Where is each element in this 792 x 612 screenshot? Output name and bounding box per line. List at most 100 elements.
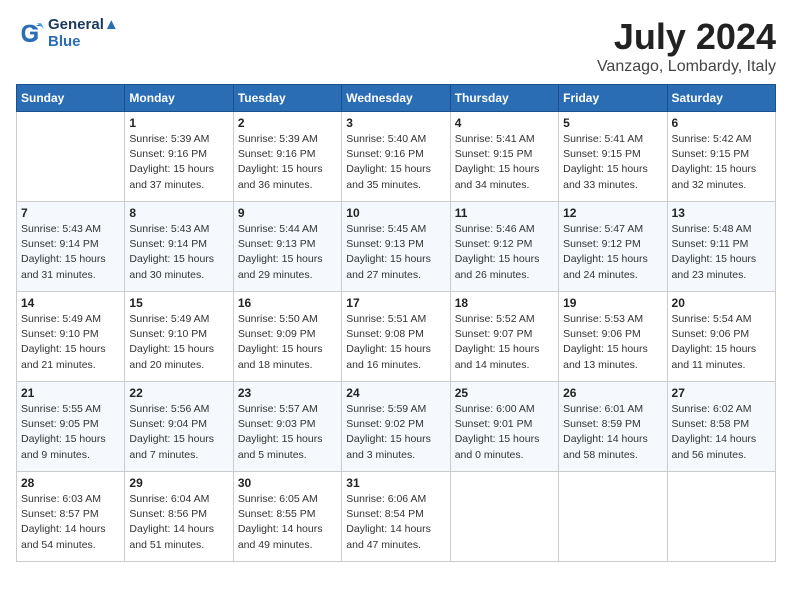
day-info: Sunrise: 6:03 AMSunset: 8:57 PMDaylight:… <box>21 492 120 553</box>
day-number: 28 <box>21 476 120 490</box>
day-info: Sunrise: 5:53 AMSunset: 9:06 PMDaylight:… <box>563 312 662 373</box>
day-cell: 29 Sunrise: 6:04 AMSunset: 8:56 PMDayligh… <box>125 472 233 562</box>
day-info: Sunrise: 5:59 AMSunset: 9:02 PMDaylight:… <box>346 402 445 463</box>
day-info: Sunrise: 6:02 AMSunset: 8:58 PMDaylight:… <box>672 402 771 463</box>
week-row-4: 21 Sunrise: 5:55 AMSunset: 9:05 PMDayligh… <box>17 382 776 472</box>
day-info: Sunrise: 5:43 AMSunset: 9:14 PMDaylight:… <box>21 222 120 283</box>
day-number: 14 <box>21 296 120 310</box>
day-info: Sunrise: 6:04 AMSunset: 8:56 PMDaylight:… <box>129 492 228 553</box>
week-row-5: 28 Sunrise: 6:03 AMSunset: 8:57 PMDayligh… <box>17 472 776 562</box>
day-number: 8 <box>129 206 228 220</box>
day-cell: 20 Sunrise: 5:54 AMSunset: 9:06 PMDayligh… <box>667 292 775 382</box>
day-number: 12 <box>563 206 662 220</box>
day-cell: 5 Sunrise: 5:41 AMSunset: 9:15 PMDaylight… <box>559 112 667 202</box>
day-cell: 17 Sunrise: 5:51 AMSunset: 9:08 PMDayligh… <box>342 292 450 382</box>
day-info: Sunrise: 5:42 AMSunset: 9:15 PMDaylight:… <box>672 132 771 193</box>
day-number: 15 <box>129 296 228 310</box>
header-day-monday: Monday <box>125 85 233 112</box>
day-info: Sunrise: 5:46 AMSunset: 9:12 PMDaylight:… <box>455 222 554 283</box>
week-row-2: 7Sunrise: 5:43 AMSunset: 9:14 PMDaylight… <box>17 202 776 292</box>
day-cell <box>17 112 125 202</box>
day-cell: 3 Sunrise: 5:40 AMSunset: 9:16 PMDaylight… <box>342 112 450 202</box>
header-day-thursday: Thursday <box>450 85 558 112</box>
day-number: 6 <box>672 116 771 130</box>
logo-icon <box>16 19 44 47</box>
day-cell: 22Sunrise: 5:56 AMSunset: 9:04 PMDayligh… <box>125 382 233 472</box>
day-cell: 30 Sunrise: 6:05 AMSunset: 8:55 PMDayligh… <box>233 472 341 562</box>
day-info: Sunrise: 5:54 AMSunset: 9:06 PMDaylight:… <box>672 312 771 373</box>
title-block: July 2024 Vanzago, Lombardy, Italy <box>597 16 776 76</box>
day-cell: 4 Sunrise: 5:41 AMSunset: 9:15 PMDaylight… <box>450 112 558 202</box>
day-info: Sunrise: 5:57 AMSunset: 9:03 PMDaylight:… <box>238 402 337 463</box>
day-number: 30 <box>238 476 337 490</box>
day-number: 27 <box>672 386 771 400</box>
day-info: Sunrise: 5:41 AMSunset: 9:15 PMDaylight:… <box>563 132 662 193</box>
day-number: 21 <box>21 386 120 400</box>
day-cell: 9Sunrise: 5:44 AMSunset: 9:13 PMDaylight… <box>233 202 341 292</box>
day-number: 5 <box>563 116 662 130</box>
day-number: 24 <box>346 386 445 400</box>
day-number: 11 <box>455 206 554 220</box>
day-cell: 19 Sunrise: 5:53 AMSunset: 9:06 PMDayligh… <box>559 292 667 382</box>
day-cell <box>667 472 775 562</box>
header-day-friday: Friday <box>559 85 667 112</box>
day-number: 20 <box>672 296 771 310</box>
day-cell: 31 Sunrise: 6:06 AMSunset: 8:54 PMDayligh… <box>342 472 450 562</box>
day-info: Sunrise: 5:43 AMSunset: 9:14 PMDaylight:… <box>129 222 228 283</box>
day-cell: 26Sunrise: 6:01 AMSunset: 8:59 PMDayligh… <box>559 382 667 472</box>
day-cell: 21 Sunrise: 5:55 AMSunset: 9:05 PMDayligh… <box>17 382 125 472</box>
day-info: Sunrise: 5:56 AMSunset: 9:04 PMDaylight:… <box>129 402 228 463</box>
day-number: 19 <box>563 296 662 310</box>
day-number: 10 <box>346 206 445 220</box>
day-cell: 10 Sunrise: 5:45 AMSunset: 9:13 PMDayligh… <box>342 202 450 292</box>
day-info: Sunrise: 5:47 AMSunset: 9:12 PMDaylight:… <box>563 222 662 283</box>
day-info: Sunrise: 6:01 AMSunset: 8:59 PMDaylight:… <box>563 402 662 463</box>
day-number: 29 <box>129 476 228 490</box>
day-number: 25 <box>455 386 554 400</box>
day-info: Sunrise: 5:52 AMSunset: 9:07 PMDaylight:… <box>455 312 554 373</box>
day-cell: 24 Sunrise: 5:59 AMSunset: 9:02 PMDayligh… <box>342 382 450 472</box>
day-number: 16 <box>238 296 337 310</box>
header-row: SundayMondayTuesdayWednesdayThursdayFrid… <box>17 85 776 112</box>
day-cell: 12 Sunrise: 5:47 AMSunset: 9:12 PMDayligh… <box>559 202 667 292</box>
day-info: Sunrise: 5:50 AMSunset: 9:09 PMDaylight:… <box>238 312 337 373</box>
day-cell: 18 Sunrise: 5:52 AMSunset: 9:07 PMDayligh… <box>450 292 558 382</box>
day-number: 13 <box>672 206 771 220</box>
day-cell: 8 Sunrise: 5:43 AMSunset: 9:14 PMDaylight… <box>125 202 233 292</box>
logo-text: General▲ Blue <box>48 16 119 50</box>
day-number: 9 <box>238 206 337 220</box>
day-info: Sunrise: 5:39 AMSunset: 9:16 PMDaylight:… <box>238 132 337 193</box>
day-info: Sunrise: 5:51 AMSunset: 9:08 PMDaylight:… <box>346 312 445 373</box>
day-number: 18 <box>455 296 554 310</box>
day-cell: 27 Sunrise: 6:02 AMSunset: 8:58 PMDayligh… <box>667 382 775 472</box>
header-day-tuesday: Tuesday <box>233 85 341 112</box>
day-info: Sunrise: 5:48 AMSunset: 9:11 PMDaylight:… <box>672 222 771 283</box>
day-number: 31 <box>346 476 445 490</box>
location-title: Vanzago, Lombardy, Italy <box>597 58 776 76</box>
day-info: Sunrise: 5:40 AMSunset: 9:16 PMDaylight:… <box>346 132 445 193</box>
day-cell: 11 Sunrise: 5:46 AMSunset: 9:12 PMDayligh… <box>450 202 558 292</box>
day-info: Sunrise: 5:49 AMSunset: 9:10 PMDaylight:… <box>129 312 228 373</box>
day-info: Sunrise: 6:06 AMSunset: 8:54 PMDaylight:… <box>346 492 445 553</box>
day-cell: 25 Sunrise: 6:00 AMSunset: 9:01 PMDayligh… <box>450 382 558 472</box>
day-number: 17 <box>346 296 445 310</box>
day-cell: 1Sunrise: 5:39 AMSunset: 9:16 PMDaylight… <box>125 112 233 202</box>
calendar-table: SundayMondayTuesdayWednesdayThursdayFrid… <box>16 84 776 562</box>
day-info: Sunrise: 5:55 AMSunset: 9:05 PMDaylight:… <box>21 402 120 463</box>
day-cell: 23Sunrise: 5:57 AMSunset: 9:03 PMDayligh… <box>233 382 341 472</box>
day-cell <box>450 472 558 562</box>
week-row-3: 14 Sunrise: 5:49 AMSunset: 9:10 PMDayligh… <box>17 292 776 382</box>
day-info: Sunrise: 5:45 AMSunset: 9:13 PMDaylight:… <box>346 222 445 283</box>
day-info: Sunrise: 6:00 AMSunset: 9:01 PMDaylight:… <box>455 402 554 463</box>
day-cell: 16 Sunrise: 5:50 AMSunset: 9:09 PMDayligh… <box>233 292 341 382</box>
day-number: 2 <box>238 116 337 130</box>
header-day-wednesday: Wednesday <box>342 85 450 112</box>
day-info: Sunrise: 6:05 AMSunset: 8:55 PMDaylight:… <box>238 492 337 553</box>
day-cell: 13 Sunrise: 5:48 AMSunset: 9:11 PMDayligh… <box>667 202 775 292</box>
day-number: 4 <box>455 116 554 130</box>
logo: General▲ Blue <box>16 16 119 50</box>
header-day-saturday: Saturday <box>667 85 775 112</box>
day-info: Sunrise: 5:41 AMSunset: 9:15 PMDaylight:… <box>455 132 554 193</box>
day-number: 3 <box>346 116 445 130</box>
header-day-sunday: Sunday <box>17 85 125 112</box>
